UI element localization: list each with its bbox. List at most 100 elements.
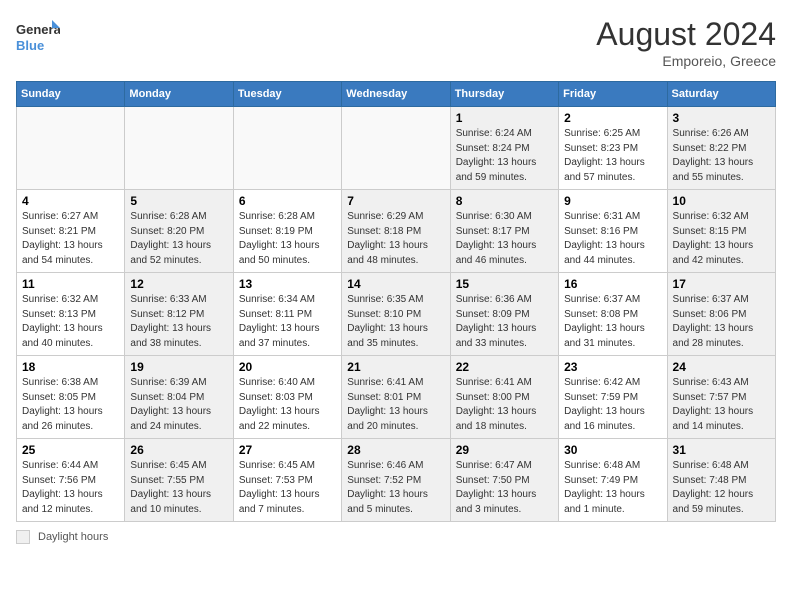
day-number: 3 <box>673 111 770 125</box>
day-number: 17 <box>673 277 770 291</box>
day-number: 7 <box>347 194 444 208</box>
calendar-cell: 25 Sunrise: 6:44 AMSunset: 7:56 PMDayligh… <box>17 439 125 522</box>
week-row-2: 4Sunrise: 6:27 AMSunset: 8:21 PMDaylight… <box>17 190 776 273</box>
day-info: Sunrise: 6:41 AMSunset: 8:01 PMDaylight:… <box>347 376 444 434</box>
day-info: Sunrise: 6:45 AMSunset: 7:53 PMDaylight:… <box>239 459 336 517</box>
calendar-cell: 12 Sunrise: 6:33 AMSunset: 8:12 PMDayligh… <box>125 273 233 356</box>
day-info: Sunrise: 6:46 AMSunset: 7:52 PMDaylight:… <box>347 459 444 517</box>
day-number: 30 <box>564 443 661 457</box>
day-number: 11 <box>22 277 119 291</box>
calendar-cell: 10 Sunrise: 6:32 AMSunset: 8:15 PMDayligh… <box>667 190 775 273</box>
calendar-cell: 2 Sunrise: 6:25 AMSunset: 8:23 PMDaylight… <box>559 107 667 190</box>
dow-header-thursday: Thursday <box>450 82 558 107</box>
day-info: Sunrise: 6:33 AMSunset: 8:12 PMDaylight:… <box>130 293 227 351</box>
dow-header-sunday: Sunday <box>17 82 125 107</box>
day-info: Sunrise: 6:32 AMSunset: 8:13 PMDaylight:… <box>22 293 119 351</box>
calendar-cell: 13 Sunrise: 6:34 AMSunset: 8:11 PMDayligh… <box>233 273 341 356</box>
day-number: 25 <box>22 443 119 457</box>
footer-note: Daylight hours <box>16 530 776 544</box>
day-info: Sunrise: 6:26 AMSunset: 8:22 PMDaylight:… <box>673 127 770 185</box>
calendar-cell: 28 Sunrise: 6:46 AMSunset: 7:52 PMDayligh… <box>342 439 450 522</box>
dow-header-saturday: Saturday <box>667 82 775 107</box>
logo: General Blue <box>16 16 60 56</box>
calendar-cell: 31 Sunrise: 6:48 AMSunset: 7:48 PMDayligh… <box>667 439 775 522</box>
calendar-cell: 27 Sunrise: 6:45 AMSunset: 7:53 PMDayligh… <box>233 439 341 522</box>
calendar-cell: 30 Sunrise: 6:48 AMSunset: 7:49 PMDayligh… <box>559 439 667 522</box>
calendar-cell: 16Sunrise: 6:37 AMSunset: 8:08 PMDayligh… <box>559 273 667 356</box>
week-row-3: 11 Sunrise: 6:32 AMSunset: 8:13 PMDayligh… <box>17 273 776 356</box>
day-number: 21 <box>347 360 444 374</box>
day-number: 12 <box>130 277 227 291</box>
calendar-cell: 15 Sunrise: 6:36 AMSunset: 8:09 PMDayligh… <box>450 273 558 356</box>
day-info: Sunrise: 6:25 AMSunset: 8:23 PMDaylight:… <box>564 127 661 185</box>
calendar-cell: 6Sunrise: 6:28 AMSunset: 8:19 PMDaylight… <box>233 190 341 273</box>
day-info: Sunrise: 6:44 AMSunset: 7:56 PMDaylight:… <box>22 459 119 517</box>
day-number: 26 <box>130 443 227 457</box>
calendar-cell: 7 Sunrise: 6:29 AMSunset: 8:18 PMDaylight… <box>342 190 450 273</box>
dow-header-friday: Friday <box>559 82 667 107</box>
calendar-cell: 22Sunrise: 6:41 AMSunset: 8:00 PMDayligh… <box>450 356 558 439</box>
calendar-cell: 9Sunrise: 6:31 AMSunset: 8:16 PMDaylight… <box>559 190 667 273</box>
day-info: Sunrise: 6:38 AMSunset: 8:05 PMDaylight:… <box>22 376 119 434</box>
calendar-cell: 21 Sunrise: 6:41 AMSunset: 8:01 PMDayligh… <box>342 356 450 439</box>
day-info: Sunrise: 6:37 AMSunset: 8:08 PMDaylight:… <box>564 293 661 351</box>
calendar-cell: 24 Sunrise: 6:43 AMSunset: 7:57 PMDayligh… <box>667 356 775 439</box>
calendar-cell: 3 Sunrise: 6:26 AMSunset: 8:22 PMDaylight… <box>667 107 775 190</box>
day-info: Sunrise: 6:36 AMSunset: 8:09 PMDaylight:… <box>456 293 553 351</box>
day-info: Sunrise: 6:48 AMSunset: 7:49 PMDaylight:… <box>564 459 661 517</box>
day-number: 29 <box>456 443 553 457</box>
day-number: 15 <box>456 277 553 291</box>
footer-label: Daylight hours <box>38 531 108 543</box>
day-number: 13 <box>239 277 336 291</box>
day-info: Sunrise: 6:35 AMSunset: 8:10 PMDaylight:… <box>347 293 444 351</box>
dow-header-wednesday: Wednesday <box>342 82 450 107</box>
day-number: 14 <box>347 277 444 291</box>
calendar-cell <box>342 107 450 190</box>
calendar-cell: 8Sunrise: 6:30 AMSunset: 8:17 PMDaylight… <box>450 190 558 273</box>
calendar-cell: 14 Sunrise: 6:35 AMSunset: 8:10 PMDayligh… <box>342 273 450 356</box>
day-number: 9 <box>564 194 661 208</box>
month-year: August 2024 <box>596 16 776 53</box>
day-number: 31 <box>673 443 770 457</box>
week-row-4: 18 Sunrise: 6:38 AMSunset: 8:05 PMDayligh… <box>17 356 776 439</box>
day-number: 28 <box>347 443 444 457</box>
calendar-cell: 1Sunrise: 6:24 AMSunset: 8:24 PMDaylight… <box>450 107 558 190</box>
shaded-indicator <box>16 530 30 544</box>
day-number: 1 <box>456 111 553 125</box>
day-number: 24 <box>673 360 770 374</box>
calendar-cell: 19 Sunrise: 6:39 AMSunset: 8:04 PMDayligh… <box>125 356 233 439</box>
day-info: Sunrise: 6:45 AMSunset: 7:55 PMDaylight:… <box>130 459 227 517</box>
day-info: Sunrise: 6:43 AMSunset: 7:57 PMDaylight:… <box>673 376 770 434</box>
day-info: Sunrise: 6:30 AMSunset: 8:17 PMDaylight:… <box>456 210 553 268</box>
day-info: Sunrise: 6:28 AMSunset: 8:20 PMDaylight:… <box>130 210 227 268</box>
day-number: 5 <box>130 194 227 208</box>
day-info: Sunrise: 6:40 AMSunset: 8:03 PMDaylight:… <box>239 376 336 434</box>
calendar-cell: 11 Sunrise: 6:32 AMSunset: 8:13 PMDayligh… <box>17 273 125 356</box>
day-info: Sunrise: 6:34 AMSunset: 8:11 PMDaylight:… <box>239 293 336 351</box>
week-row-5: 25 Sunrise: 6:44 AMSunset: 7:56 PMDayligh… <box>17 439 776 522</box>
svg-text:Blue: Blue <box>16 38 44 53</box>
calendar-body: 1Sunrise: 6:24 AMSunset: 8:24 PMDaylight… <box>17 107 776 522</box>
day-info: Sunrise: 6:42 AMSunset: 7:59 PMDaylight:… <box>564 376 661 434</box>
day-info: Sunrise: 6:48 AMSunset: 7:48 PMDaylight:… <box>673 459 770 517</box>
week-row-1: 1Sunrise: 6:24 AMSunset: 8:24 PMDaylight… <box>17 107 776 190</box>
calendar-cell: 4Sunrise: 6:27 AMSunset: 8:21 PMDaylight… <box>17 190 125 273</box>
calendar-cell: 23Sunrise: 6:42 AMSunset: 7:59 PMDayligh… <box>559 356 667 439</box>
title-block: August 2024 Emporeio, Greece <box>596 16 776 69</box>
calendar-cell <box>233 107 341 190</box>
day-number: 2 <box>564 111 661 125</box>
day-info: Sunrise: 6:47 AMSunset: 7:50 PMDaylight:… <box>456 459 553 517</box>
calendar-cell: 18 Sunrise: 6:38 AMSunset: 8:05 PMDayligh… <box>17 356 125 439</box>
calendar-cell <box>17 107 125 190</box>
day-number: 27 <box>239 443 336 457</box>
calendar-cell: 29 Sunrise: 6:47 AMSunset: 7:50 PMDayligh… <box>450 439 558 522</box>
day-number: 19 <box>130 360 227 374</box>
day-number: 18 <box>22 360 119 374</box>
calendar-cell: 20 Sunrise: 6:40 AMSunset: 8:03 PMDayligh… <box>233 356 341 439</box>
dow-header-monday: Monday <box>125 82 233 107</box>
day-info: Sunrise: 6:32 AMSunset: 8:15 PMDaylight:… <box>673 210 770 268</box>
day-info: Sunrise: 6:39 AMSunset: 8:04 PMDaylight:… <box>130 376 227 434</box>
day-info: Sunrise: 6:29 AMSunset: 8:18 PMDaylight:… <box>347 210 444 268</box>
day-number: 10 <box>673 194 770 208</box>
day-number: 20 <box>239 360 336 374</box>
